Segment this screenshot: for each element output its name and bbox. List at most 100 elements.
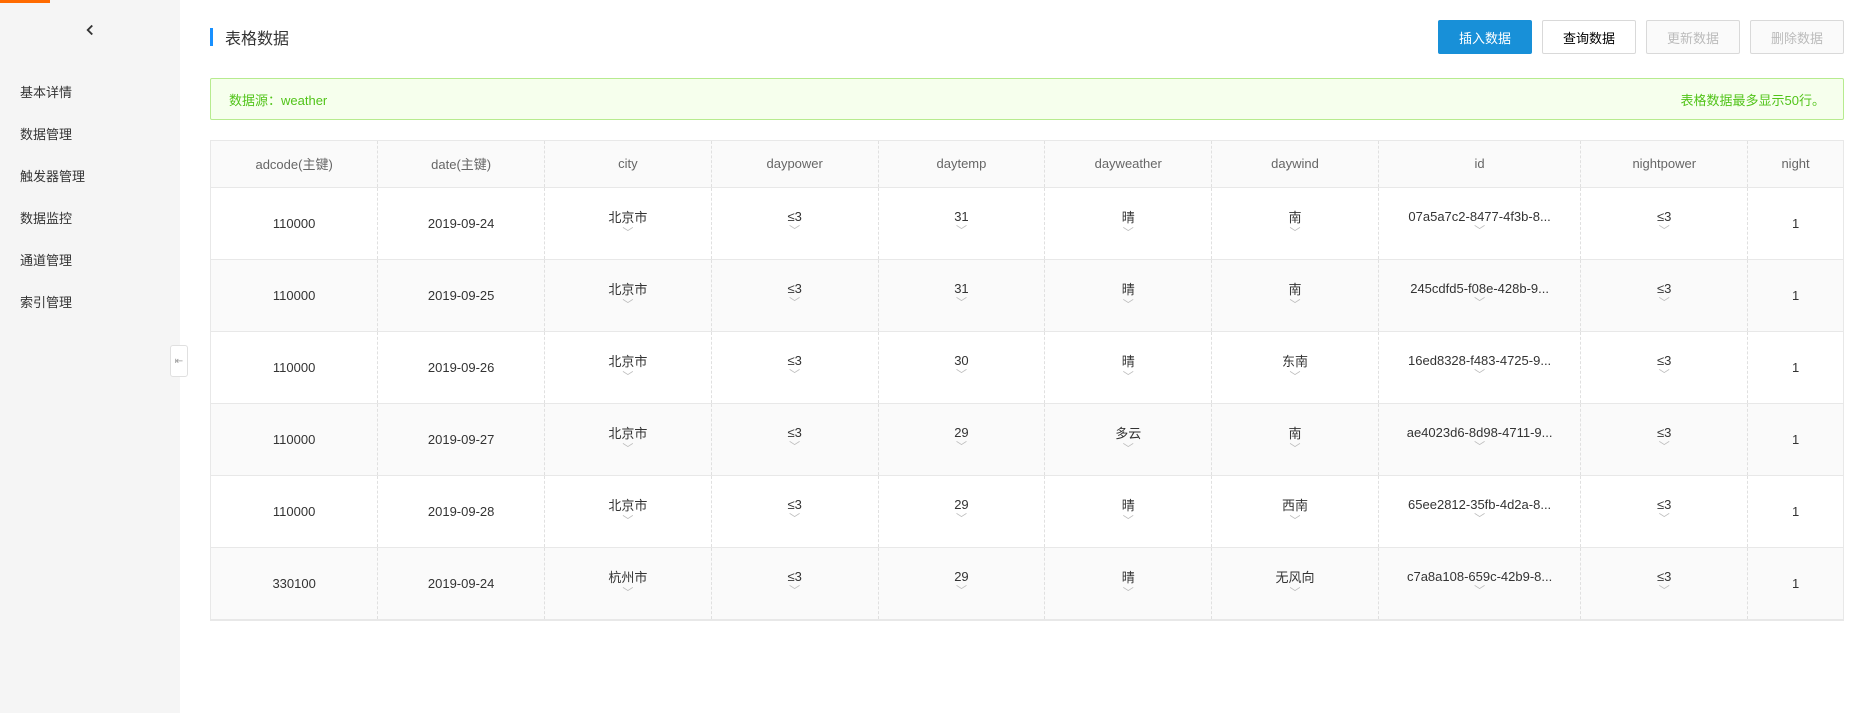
cell-night[interactable]: 1 [1748,259,1843,331]
cell-value: 晴 [1122,567,1135,586]
cell-daywind[interactable]: 西南﹀ [1212,475,1379,547]
th-adcode[interactable]: adcode(主键) [211,141,378,187]
cell-dayweather[interactable]: 晴﹀ [1045,475,1212,547]
cell-value: 南 [1288,279,1301,298]
cell-city[interactable]: 北京市﹀ [545,331,712,403]
th-daywind[interactable]: daywind [1212,141,1379,187]
table-row[interactable]: 1100002019-09-28北京市﹀≤3﹀29﹀晴﹀西南﹀65ee2812-… [211,475,1843,547]
cell-daytemp[interactable]: 31﹀ [878,259,1045,331]
th-dayweather[interactable]: dayweather [1045,141,1212,187]
cell-id[interactable]: c7a8a108-659c-42b9-8...﹀ [1378,547,1581,619]
cell-daypower[interactable]: ≤3﹀ [711,259,878,331]
cell-daypower[interactable]: ≤3﹀ [711,403,878,475]
cell-value: ≤3 [787,569,801,584]
sidebar-item-index[interactable]: 索引管理 [0,280,180,322]
cell-nightpower[interactable]: ≤3﹀ [1581,331,1748,403]
cell-daytemp[interactable]: 31﹀ [878,187,1045,259]
cell-daypower[interactable]: ≤3﹀ [711,547,878,619]
cell-night[interactable]: 1 [1748,331,1843,403]
action-buttons: 插入数据 查询数据 更新数据 删除数据 [1438,20,1844,54]
cell-city[interactable]: 北京市﹀ [545,403,712,475]
cell-daytemp[interactable]: 29﹀ [878,403,1045,475]
cell-dayweather[interactable]: 晴﹀ [1045,187,1212,259]
sidebar-item-data[interactable]: 数据管理 [0,112,180,154]
cell-city[interactable]: 杭州市﹀ [545,547,712,619]
cell-night[interactable]: 1 [1748,547,1843,619]
back-button[interactable] [0,0,180,60]
th-city[interactable]: city [545,141,712,187]
cell-id[interactable]: 245cdfd5-f08e-428b-9...﹀ [1378,259,1581,331]
cell-dayweather[interactable]: 晴﹀ [1045,331,1212,403]
table-row[interactable]: 1100002019-09-26北京市﹀≤3﹀30﹀晴﹀东南﹀16ed8328-… [211,331,1843,403]
cell-nightpower[interactable]: ≤3﹀ [1581,259,1748,331]
cell-daywind[interactable]: 南﹀ [1212,403,1379,475]
cell-value: 晴 [1122,351,1135,370]
cell-id[interactable]: ae4023d6-8d98-4711-9...﹀ [1378,403,1581,475]
sidebar-item-monitor[interactable]: 数据监控 [0,196,180,238]
cell-daypower[interactable]: ≤3﹀ [711,475,878,547]
cell-night[interactable]: 1 [1748,187,1843,259]
chevron-down-icon: ﹀ [622,228,633,239]
cell-adcode[interactable]: 330100 [211,547,378,619]
cell-dayweather[interactable]: 多云﹀ [1045,403,1212,475]
cell-daytemp[interactable]: 30﹀ [878,331,1045,403]
cell-daywind[interactable]: 南﹀ [1212,187,1379,259]
cell-daytemp[interactable]: 29﹀ [878,475,1045,547]
cell-date[interactable]: 2019-09-25 [378,259,545,331]
cell-value: ≤3 [787,353,801,368]
th-date[interactable]: date(主键) [378,141,545,187]
insert-button[interactable]: 插入数据 [1438,20,1532,54]
cell-dayweather[interactable]: 晴﹀ [1045,259,1212,331]
delete-button[interactable]: 删除数据 [1750,20,1844,54]
cell-adcode[interactable]: 110000 [211,331,378,403]
cell-nightpower[interactable]: ≤3﹀ [1581,475,1748,547]
cell-id[interactable]: 65ee2812-35fb-4d2a-8...﹀ [1378,475,1581,547]
table-row[interactable]: 1100002019-09-27北京市﹀≤3﹀29﹀多云﹀南﹀ae4023d6-… [211,403,1843,475]
table-row[interactable]: 1100002019-09-25北京市﹀≤3﹀31﹀晴﹀南﹀245cdfd5-f… [211,259,1843,331]
cell-date[interactable]: 2019-09-24 [378,187,545,259]
data-table-wrapper[interactable]: adcode(主键) date(主键) city daypower daytem… [210,140,1844,621]
cell-value: 65ee2812-35fb-4d2a-8... [1408,497,1551,512]
table-row[interactable]: 3301002019-09-24杭州市﹀≤3﹀29﹀晴﹀无风向﹀c7a8a108… [211,547,1843,619]
cell-date[interactable]: 2019-09-27 [378,403,545,475]
sidebar-item-label: 数据监控 [20,208,72,227]
th-night[interactable]: night [1748,141,1843,187]
sidebar-item-channel[interactable]: 通道管理 [0,238,180,280]
cell-daypower[interactable]: ≤3﹀ [711,331,878,403]
th-nightpower[interactable]: nightpower [1581,141,1748,187]
cell-date[interactable]: 2019-09-28 [378,475,545,547]
query-button[interactable]: 查询数据 [1542,20,1636,54]
th-daytemp[interactable]: daytemp [878,141,1045,187]
update-button[interactable]: 更新数据 [1646,20,1740,54]
cell-nightpower[interactable]: ≤3﹀ [1581,187,1748,259]
cell-city[interactable]: 北京市﹀ [545,259,712,331]
cell-dayweather[interactable]: 晴﹀ [1045,547,1212,619]
th-daypower[interactable]: daypower [711,141,878,187]
cell-daywind[interactable]: 无风向﹀ [1212,547,1379,619]
cell-nightpower[interactable]: ≤3﹀ [1581,547,1748,619]
cell-adcode[interactable]: 110000 [211,475,378,547]
cell-value: ≤3 [787,425,801,440]
cell-daytemp[interactable]: 29﹀ [878,547,1045,619]
cell-date[interactable]: 2019-09-24 [378,547,545,619]
cell-adcode[interactable]: 110000 [211,403,378,475]
cell-adcode[interactable]: 110000 [211,187,378,259]
cell-nightpower[interactable]: ≤3﹀ [1581,403,1748,475]
cell-value: 杭州市 [608,567,647,586]
cell-night[interactable]: 1 [1748,403,1843,475]
cell-id[interactable]: 07a5a7c2-8477-4f3b-8...﹀ [1378,187,1581,259]
cell-adcode[interactable]: 110000 [211,259,378,331]
cell-daywind[interactable]: 东南﹀ [1212,331,1379,403]
cell-night[interactable]: 1 [1748,475,1843,547]
cell-date[interactable]: 2019-09-26 [378,331,545,403]
th-id[interactable]: id [1378,141,1581,187]
cell-city[interactable]: 北京市﹀ [545,475,712,547]
cell-daypower[interactable]: ≤3﹀ [711,187,878,259]
table-row[interactable]: 1100002019-09-24北京市﹀≤3﹀31﹀晴﹀南﹀07a5a7c2-8… [211,187,1843,259]
sidebar-item-basic[interactable]: 基本详情 [0,70,180,112]
cell-value: 北京市 [608,351,647,370]
cell-id[interactable]: 16ed8328-f483-4725-9...﹀ [1378,331,1581,403]
cell-daywind[interactable]: 南﹀ [1212,259,1379,331]
sidebar-item-trigger[interactable]: 触发器管理 [0,154,180,196]
cell-city[interactable]: 北京市﹀ [545,187,712,259]
